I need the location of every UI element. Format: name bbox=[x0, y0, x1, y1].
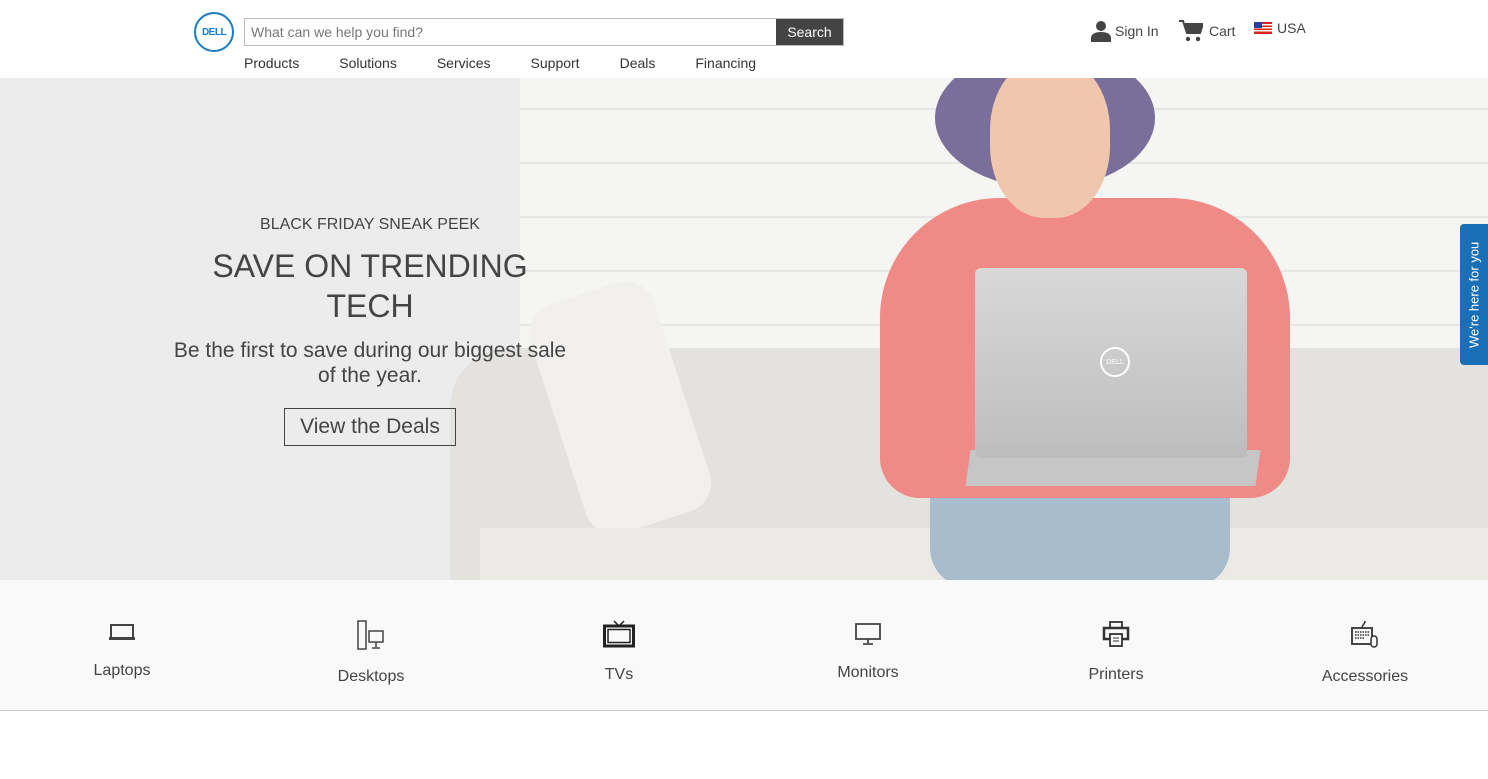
search-input[interactable] bbox=[245, 19, 776, 45]
hero-title: SAVE ON TRENDING TECH bbox=[212, 248, 528, 324]
view-deals-button[interactable]: View the Deals bbox=[284, 408, 456, 446]
category-label: Monitors bbox=[837, 664, 899, 681]
category-bar: Laptops Desktops TVs Monitors Printers A… bbox=[0, 580, 1488, 711]
cart-icon bbox=[1179, 20, 1203, 42]
category-desktops[interactable]: Desktops bbox=[291, 620, 451, 686]
hero-subtitle: Be the first to save during our biggest … bbox=[173, 339, 567, 387]
dell-logo[interactable]: DELL bbox=[194, 12, 234, 52]
us-flag-icon bbox=[1254, 22, 1272, 34]
category-accessories[interactable]: Accessories bbox=[1285, 620, 1445, 686]
desktop-icon bbox=[357, 620, 384, 650]
category-printers[interactable]: Printers bbox=[1036, 620, 1196, 684]
search-bar: Search bbox=[244, 18, 844, 46]
category-label: TVs bbox=[604, 666, 634, 683]
search-button[interactable]: Search bbox=[776, 19, 843, 45]
laptop-dell-logo: DELL bbox=[1100, 347, 1130, 377]
nav-deals[interactable]: Deals bbox=[620, 55, 656, 71]
country-label: USA bbox=[1277, 20, 1306, 36]
country-selector[interactable]: USA bbox=[1254, 20, 1306, 36]
nav-services[interactable]: Services bbox=[437, 55, 491, 71]
chat-tab[interactable]: We're here for you bbox=[1460, 224, 1488, 365]
category-label: Laptops bbox=[93, 662, 151, 679]
category-laptops[interactable]: Laptops bbox=[42, 620, 202, 680]
cart-link[interactable]: Cart bbox=[1179, 20, 1235, 42]
header: DELL Search Products Solutions Services … bbox=[0, 0, 1488, 78]
tv-icon bbox=[603, 620, 635, 648]
laptop-icon bbox=[109, 624, 135, 640]
monitor-icon bbox=[855, 623, 881, 645]
hero-eyebrow: BLACK FRIDAY SNEAK PEEK bbox=[260, 216, 480, 233]
keyboard-mouse-icon bbox=[1351, 620, 1378, 648]
sign-in-link[interactable]: Sign In bbox=[1091, 20, 1159, 42]
printer-icon bbox=[1102, 621, 1130, 647]
main-nav: Products Solutions Services Support Deal… bbox=[244, 55, 796, 71]
hero-person-face bbox=[990, 78, 1110, 218]
sign-in-label: Sign In bbox=[1115, 23, 1159, 39]
nav-solutions[interactable]: Solutions bbox=[339, 55, 397, 71]
user-icon bbox=[1091, 21, 1111, 42]
cart-label: Cart bbox=[1209, 23, 1236, 39]
hero-banner[interactable]: DELL BLACK FRIDAY SNEAK PEEK SAVE ON TRE… bbox=[0, 78, 1488, 580]
category-label: Printers bbox=[1088, 666, 1144, 683]
nav-products[interactable]: Products bbox=[244, 55, 299, 71]
category-label: Desktops bbox=[337, 668, 405, 685]
nav-support[interactable]: Support bbox=[531, 55, 580, 71]
hero-text: BLACK FRIDAY SNEAK PEEK SAVE ON TRENDING… bbox=[170, 216, 570, 446]
category-monitors[interactable]: Monitors bbox=[788, 620, 948, 682]
category-tvs[interactable]: TVs bbox=[539, 620, 699, 684]
nav-financing[interactable]: Financing bbox=[695, 55, 756, 71]
category-label: Accessories bbox=[1321, 668, 1409, 685]
